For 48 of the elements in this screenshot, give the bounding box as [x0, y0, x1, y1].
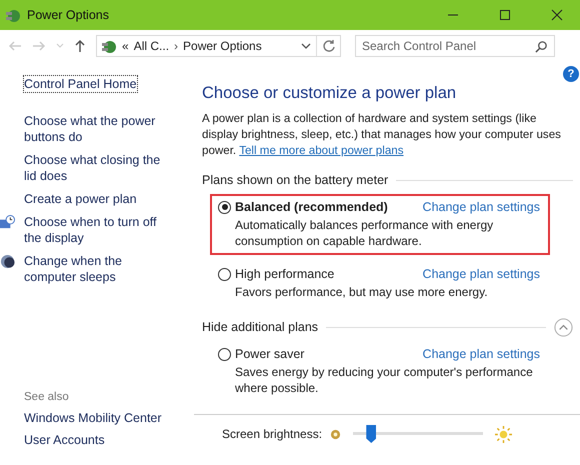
radio-button[interactable]	[218, 348, 231, 360]
breadcrumb[interactable]: Power Options	[183, 39, 262, 53]
sidebar-link[interactable]: Choose what closing the lid does	[24, 152, 174, 184]
plan-name[interactable]: Balanced (recommended)	[235, 200, 388, 214]
brightness-label: Screen brightness:	[222, 427, 322, 441]
breadcrumb-separator: ›	[174, 39, 178, 53]
change-plan-settings-link[interactable]: Change plan settings	[422, 347, 540, 361]
dim-sun-icon	[330, 428, 342, 440]
change-plan-settings-link[interactable]: Change plan settings	[422, 267, 540, 281]
close-icon[interactable]	[551, 9, 563, 21]
breadcrumb[interactable]: All C...	[134, 39, 170, 53]
breadcrumb-prefix[interactable]: «	[122, 39, 129, 53]
see-also-link[interactable]: User Accounts	[24, 433, 194, 447]
window-title: Power Options	[27, 8, 109, 22]
maximize-icon[interactable]	[499, 9, 511, 21]
radio-button[interactable]	[218, 200, 231, 214]
more-info-link[interactable]: Tell me more about power plans	[239, 144, 404, 157]
moon-icon	[0, 254, 15, 269]
sidebar-link[interactable]: Choose when to turn off the display	[24, 214, 174, 246]
dropdown-caret-icon[interactable]	[301, 43, 311, 49]
plan-description: Saves energy by reducing your computer's performance where possible.	[235, 364, 534, 396]
bright-sun-icon	[495, 426, 512, 442]
see-also-heading: See also	[24, 391, 70, 403]
plan-description: Automatically balances performance with energy consumption on capable hardware.	[235, 217, 494, 249]
help-button[interactable]: ?	[563, 66, 579, 82]
power-plug-icon	[5, 7, 21, 23]
sidebar-link[interactable]: Change when the computer sleeps	[24, 253, 174, 285]
up-arrow-icon[interactable]	[74, 39, 86, 53]
radio-button[interactable]	[218, 268, 231, 280]
change-plan-settings-link[interactable]: Change plan settings	[422, 200, 540, 214]
plan-name[interactable]: Power saver	[235, 347, 304, 361]
intro-paragraph: A power plan is a collection of hardware and system settings (like display brightness, sleep, etc.) that manages how your computer uses power. Tell me more about power plans	[202, 111, 562, 159]
sidebar-link[interactable]: Control Panel Home	[24, 76, 137, 92]
slider-thumb[interactable]	[366, 425, 376, 443]
refresh-icon[interactable]	[322, 39, 336, 53]
plan-name[interactable]: High performance	[235, 267, 334, 281]
collapse-chevron-icon[interactable]	[554, 318, 573, 336]
see-also-link[interactable]: Windows Mobility Center	[24, 411, 194, 425]
group-heading: Plans shown on the battery meter	[202, 173, 388, 187]
sidebar-link[interactable]: Create a power plan	[24, 191, 137, 207]
sidebar-link[interactable]: Choose what the power buttons do	[24, 113, 174, 145]
plan-description: Favors performance, but may use more energy.	[235, 284, 489, 300]
search-field[interactable]: Search Control Panel	[355, 35, 555, 57]
power-plug-icon	[101, 38, 117, 54]
page-heading: Choose or customize a power plan	[202, 84, 458, 103]
group-heading: Hide additional plans	[202, 320, 318, 334]
address-bar[interactable]: « All C... › Power Options	[96, 35, 341, 57]
search-icon	[535, 40, 548, 53]
